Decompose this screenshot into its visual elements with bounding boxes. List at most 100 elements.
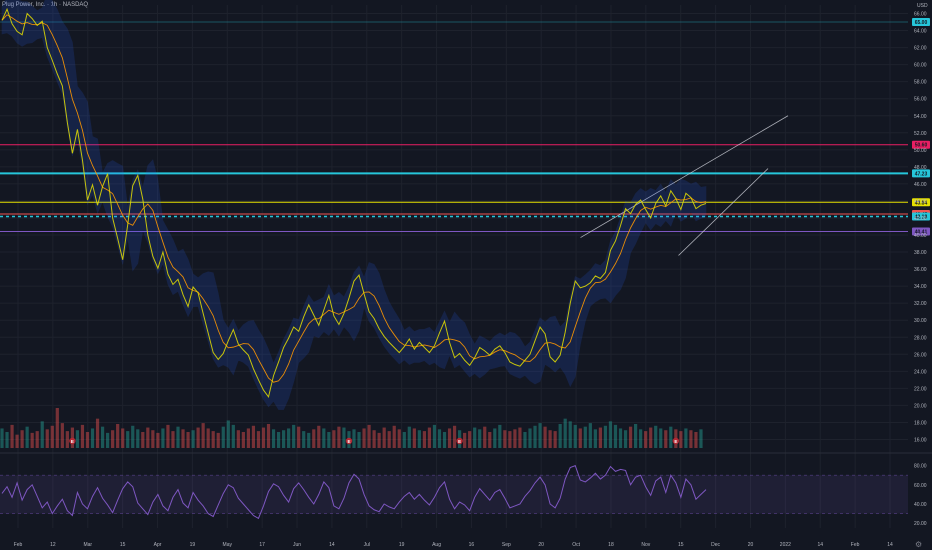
x-tick-label: 20 [538,542,544,548]
volume-bar [553,431,557,448]
volume-bar [367,424,371,448]
volume-bar [613,424,618,448]
volume-bar [493,428,497,448]
volume-bar [694,432,698,448]
volume-bar [176,426,180,448]
volume-bar [397,429,401,448]
volume-bar [659,428,663,448]
earnings-marker-label: E [71,439,74,444]
volume-bar [35,431,39,448]
volume-bar [463,432,467,448]
volume-bar [246,428,250,448]
y-tick-label: 26.00 [914,352,927,358]
y-tick-label: 42.00 [914,216,927,222]
y-tick-label: 40.00 [914,233,927,239]
volume-bar [634,424,638,448]
x-tick-label: 15 [678,542,684,548]
volume-bar [402,432,406,448]
volume-bar [111,430,115,448]
volume-bar [116,424,120,448]
volume-bar [317,425,321,448]
y-tick-label: 22.00 [914,386,927,392]
x-tick-label: 15 [120,542,126,548]
volume-bar [65,431,69,448]
volume-bar [573,424,577,448]
volume-bar [251,425,256,448]
volume-bar [684,428,688,448]
volume-bar [100,426,105,448]
volume-bar [30,432,34,448]
x-tick-label: 19 [399,542,405,548]
y-tick-label: 54.00 [914,114,927,120]
earnings-marker-label: E [674,439,677,444]
volume-bar [603,425,608,448]
y-tick-label: 34.00 [914,284,927,290]
volume-bar [206,428,210,448]
volume-bar [0,428,4,448]
volume-bar [538,423,542,448]
rsi-pane [0,464,908,520]
axes: Feb 12 Mar 15 Apr 19 May 17 Jun 14 Jul 19 Aug 16 Sep 20… [14,12,927,548]
x-tick-label: 12 [50,542,56,548]
volume-bar [261,427,266,448]
volume-bar [392,425,396,448]
volume-bar [75,430,80,448]
volume-bar [699,429,703,448]
volume-bar [513,429,517,448]
gear-icon[interactable]: ⚙ [915,540,922,549]
volume-bar [80,424,85,448]
volume-bar [352,429,356,448]
volume-bar [231,424,235,448]
volume-bar [407,426,411,448]
y-tick-label: 56.00 [914,97,927,103]
x-tick-label: Mar [83,542,92,548]
chart-canvas[interactable]: 50.6047.2343.8442.4742.1840.4165.00 EEEE… [0,0,932,550]
volume-bar [282,430,286,448]
rsi-tick-label: 80.00 [914,464,927,470]
volume-bar [654,425,658,448]
volume-bar [432,424,437,448]
x-tick-label: 19 [190,542,196,548]
y-tick-label: 46.00 [914,182,927,188]
volume-bar [10,424,14,448]
volume-bar [312,429,316,448]
volume-bar [483,426,487,448]
volume-bar [5,432,9,448]
volume-bar [664,430,668,448]
volume-bar [297,426,301,448]
y-tick-label: 36.00 [914,267,927,273]
x-tick-label: 17 [259,542,265,548]
volume-bar [236,430,240,448]
volume-bar [548,430,552,448]
volume-bar [649,427,653,448]
volume-bar [412,428,416,448]
volume-bar [568,421,572,448]
earnings-marker-label: E [347,439,350,444]
volume-bar [221,426,225,448]
volume-bar [598,427,602,448]
volume-bar [181,429,185,448]
x-tick-label: Feb [14,542,23,548]
volume-bar [437,429,442,448]
volume-bar [106,432,110,448]
y-tick-label: 38.00 [914,250,927,256]
bollinger-band [1,0,707,410]
volume-bar [15,434,19,448]
volume-bar [161,428,165,448]
y-tick-label: 52.00 [914,131,927,137]
volume-bar [141,432,145,448]
y-tick-label: 24.00 [914,369,927,375]
volume-bar [523,432,527,448]
volume-bar [60,423,64,448]
price-level-label: 47.23 [915,171,928,177]
y-tick-label: 62.00 [914,46,927,52]
x-tick-label: Jun [293,542,301,548]
volume-bar [151,430,155,448]
volume-bar [45,429,49,448]
volume-bar [70,427,74,448]
volume-bar [563,418,567,448]
volume-bar [452,425,457,448]
volume-bar [533,425,537,448]
volume-bar [171,431,175,448]
x-tick-label: 14 [887,542,893,548]
